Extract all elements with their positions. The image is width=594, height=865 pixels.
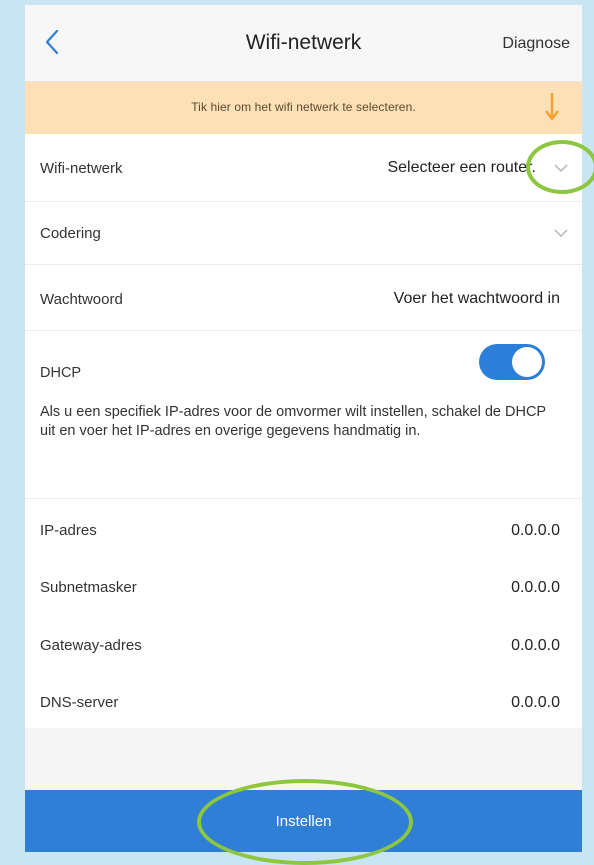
wifi-network-value: Selecteer een router. xyxy=(387,159,536,176)
gateway-label: Gateway-adres xyxy=(40,637,142,654)
dns-row[interactable]: DNS-server 0.0.0.0 xyxy=(25,677,582,728)
encoding-label: Codering xyxy=(40,225,101,242)
dhcp-help-text: Als u een specifiek IP-adres voor de omv… xyxy=(40,404,546,439)
gateway-value[interactable]: 0.0.0.0 xyxy=(511,637,560,655)
dhcp-toggle[interactable] xyxy=(479,344,545,380)
ip-address-row[interactable]: IP-adres 0.0.0.0 xyxy=(25,505,582,561)
diagnose-button[interactable]: Diagnose xyxy=(502,35,570,53)
subnet-label: Subnetmasker xyxy=(40,579,137,596)
toggle-knob xyxy=(512,347,542,377)
header-bar: Wifi-netwerk Diagnose xyxy=(25,5,582,82)
dhcp-label: DHCP xyxy=(40,365,82,381)
wifi-network-row[interactable]: Wifi-netwerk Selecteer een router. xyxy=(25,135,582,202)
submit-label: Instellen xyxy=(275,812,332,830)
footer-spacer xyxy=(25,728,582,790)
app-screen: Wifi-netwerk Diagnose Tik hier om het wi… xyxy=(25,5,582,852)
wifi-network-label: Wifi-netwerk xyxy=(40,160,123,177)
password-row[interactable]: Wachtwoord Voer het wachtwoord in xyxy=(25,264,582,331)
dns-label: DNS-server xyxy=(40,694,119,711)
dns-value[interactable]: 0.0.0.0 xyxy=(511,694,560,712)
chevron-down-icon xyxy=(554,229,568,237)
submit-button[interactable]: Instellen xyxy=(25,790,582,852)
password-label: Wachtwoord xyxy=(40,291,123,308)
banner-text: Tik hier om het wifi netwerk te selecter… xyxy=(191,100,416,114)
gateway-row[interactable]: Gateway-adres 0.0.0.0 xyxy=(25,620,582,677)
password-input[interactable]: Voer het wachtwoord in xyxy=(394,290,560,308)
divider xyxy=(25,498,582,499)
subnet-value[interactable]: 0.0.0.0 xyxy=(511,579,560,597)
chevron-down-icon xyxy=(554,164,568,172)
page-title: Wifi-netwerk xyxy=(245,31,362,54)
ip-address-label: IP-adres xyxy=(40,522,97,539)
select-wifi-banner[interactable]: Tik hier om het wifi netwerk te selecter… xyxy=(25,82,582,134)
encoding-row[interactable]: Codering xyxy=(25,201,582,265)
ip-address-value[interactable]: 0.0.0.0 xyxy=(511,522,560,540)
subnet-row[interactable]: Subnetmasker 0.0.0.0 xyxy=(25,562,582,620)
arrow-down-icon xyxy=(545,93,559,121)
